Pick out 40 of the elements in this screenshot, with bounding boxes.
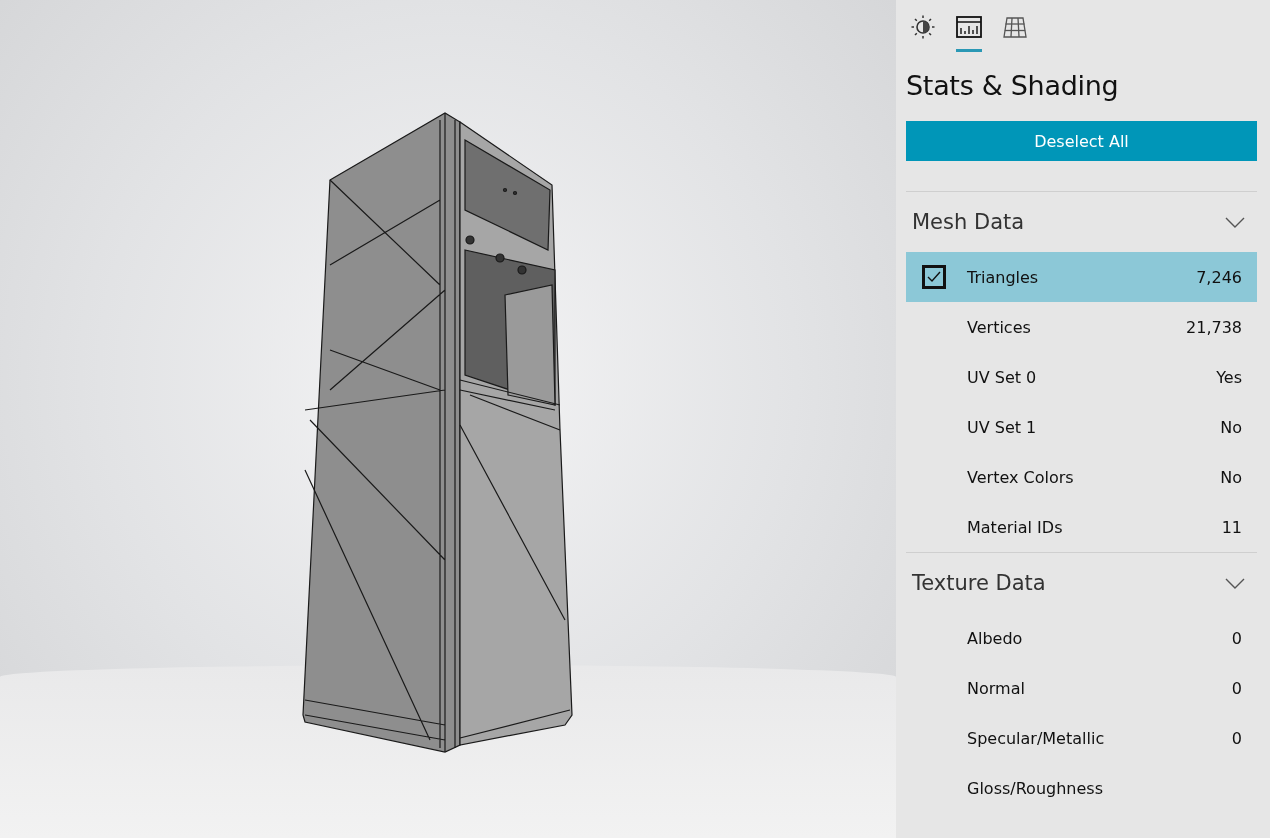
stat-label: Albedo <box>967 628 1024 648</box>
stat-label: UV Set 0 <box>967 367 1038 387</box>
stat-label: Vertices <box>967 317 1032 337</box>
stat-value: No <box>1220 417 1242 437</box>
stat-row[interactable]: Specular/Metallic 0 <box>906 713 1257 763</box>
checkbox[interactable] <box>922 265 946 289</box>
stat-row[interactable]: Albedo 0 <box>906 613 1257 663</box>
stat-value: 0 <box>1231 728 1242 748</box>
stat-label: Vertex Colors <box>967 467 1075 487</box>
stat-label: Specular/Metallic <box>967 728 1106 748</box>
stat-value: 7,246 <box>1196 267 1242 287</box>
stat-row[interactable]: Material IDs 11 <box>906 502 1257 552</box>
bar-chart-icon <box>956 14 982 40</box>
stat-label: Normal <box>967 678 1026 698</box>
stat-value: 21,738 <box>1186 317 1242 337</box>
stat-value: 0 <box>1231 628 1242 648</box>
stat-row[interactable]: Triangles 7,246 <box>906 252 1257 302</box>
stat-row[interactable]: UV Set 0 Yes <box>906 352 1257 402</box>
section-title: Texture Data <box>912 571 1046 595</box>
stat-value: No <box>1220 467 1242 487</box>
stat-value: Yes <box>1216 367 1242 387</box>
stat-value: 11 <box>1221 517 1242 537</box>
stat-row[interactable]: Gloss/Roughness <box>906 763 1257 813</box>
stat-row[interactable]: Normal 0 <box>906 663 1257 713</box>
stat-row[interactable]: Vertices 21,738 <box>906 302 1257 352</box>
stat-row[interactable]: UV Set 1 No <box>906 402 1257 452</box>
brightness-icon <box>910 14 936 40</box>
stat-label: Triangles <box>967 267 1040 287</box>
grid-icon <box>1002 14 1028 40</box>
section-title: Mesh Data <box>912 210 1025 234</box>
stat-label: Gloss/Roughness <box>967 778 1104 798</box>
chevron-icon[interactable] <box>1225 216 1245 228</box>
chevron-icon[interactable] <box>1225 577 1245 589</box>
stat-label: UV Set 1 <box>967 417 1038 437</box>
stat-row[interactable]: Vertex Colors No <box>906 452 1257 502</box>
panel-tab[interactable] <box>956 14 982 54</box>
stat-value: 0 <box>1231 678 1242 698</box>
3d-viewport[interactable] <box>0 0 896 838</box>
panel-title: Stats & Shading <box>906 70 1120 101</box>
stat-label: Material IDs <box>967 517 1064 537</box>
